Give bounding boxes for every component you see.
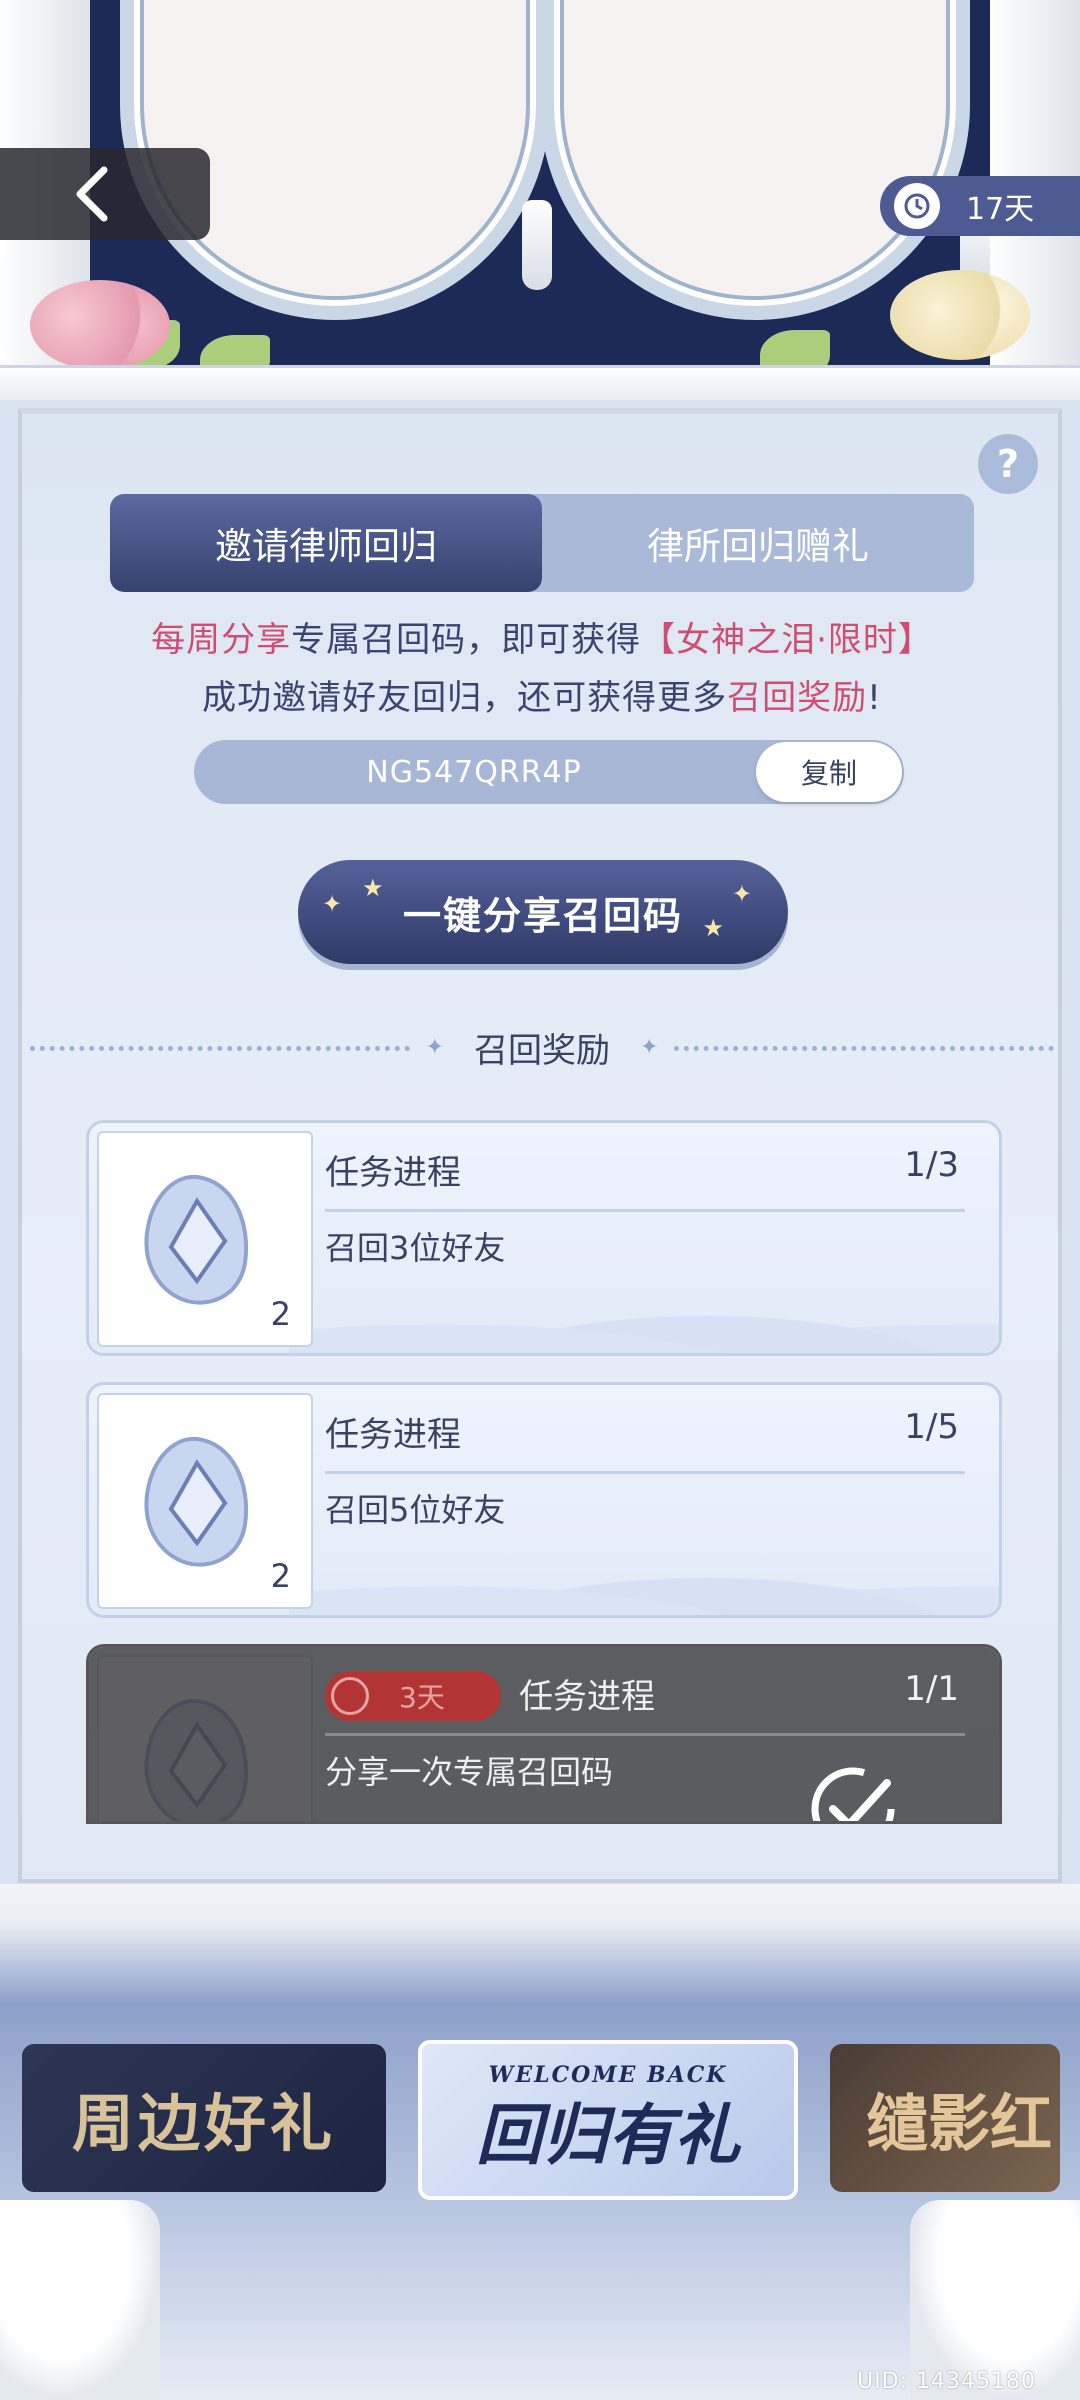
task-progress: 1/3 <box>904 1145 959 1185</box>
checkmark-icon <box>811 1767 895 1821</box>
star-icon: ✦ <box>425 1034 444 1060</box>
user-id: UID: 14345180 <box>857 2369 1036 2394</box>
task-label: 任务进程 <box>519 1677 655 1717</box>
banner-merch-gifts[interactable]: 周边好礼 <box>22 2044 386 2192</box>
reward-item[interactable]: 2 <box>97 1393 313 1609</box>
promo-text: ! <box>867 678 882 718</box>
task-card-completed: 1 3天 任务进程 1/1 分享一次专属召回码 <box>86 1644 1002 1824</box>
task-progress: 1/1 <box>904 1669 959 1709</box>
promo-text: 专属召回码，即可获得 <box>291 620 642 660</box>
tab-firm-return-gift[interactable]: 律所回归赠礼 <box>542 494 974 592</box>
tab-invite-lawyer[interactable]: 邀请律师回归 <box>110 494 542 592</box>
item-count: 2 <box>270 1295 291 1333</box>
share-button-label: 一键分享召回码 <box>402 893 683 938</box>
promo-highlight: 【女神之泪·限时】 <box>641 620 933 660</box>
window-ledge <box>0 365 1080 400</box>
promo-highlight: 召回奖励 <box>727 678 868 718</box>
curtain-tassel <box>522 200 552 290</box>
back-button[interactable] <box>0 148 210 240</box>
pink-roses-decor <box>30 280 170 370</box>
task-progress: 1/5 <box>904 1407 959 1447</box>
promo-highlight: 每周分享 <box>151 620 292 660</box>
task-description: 分享一次专属召回码 <box>325 1753 614 1791</box>
gem-icon <box>144 1174 248 1305</box>
recall-code-bar: NG547QRR4P 复制 <box>194 740 904 804</box>
task-card: 2 任务进程 1/3 召回3位好友 <box>86 1120 1002 1356</box>
event-timer: 17天 <box>880 176 1080 236</box>
promo-line-2: 成功邀请好友回归，还可获得更多召回奖励! <box>22 670 1062 719</box>
banner-label: 周边好礼 <box>71 2087 336 2160</box>
cloud-decor <box>289 1273 999 1353</box>
share-code-button[interactable]: ✦ ★ 一键分享召回码 ✦ ★ <box>298 860 788 964</box>
promo-text: 成功邀请好友回归，还可获得更多 <box>202 678 728 718</box>
reward-item[interactable]: 2 <box>97 1131 313 1347</box>
star-icon: ★ <box>702 914 726 942</box>
chevron-left-icon <box>76 166 108 222</box>
question-icon: ? <box>996 442 1020 486</box>
promo-line-1: 每周分享专属召回码，即可获得【女神之泪·限时】 <box>22 612 1062 661</box>
banner-welcome-back[interactable]: WELCOME BACK 回归有礼 <box>418 2040 798 2200</box>
task-description: 召回3位好友 <box>325 1229 506 1267</box>
flower-pot-decor <box>0 2200 160 2400</box>
clock-icon <box>894 183 940 229</box>
banner-label: 回归有礼 <box>476 2096 740 2174</box>
task-label: 任务进程 <box>325 1153 461 1193</box>
help-button[interactable]: ? <box>978 434 1038 494</box>
divider <box>325 1209 965 1212</box>
star-icon: ★ <box>362 874 386 902</box>
recall-code: NG547QRR4P <box>366 754 582 790</box>
tab-label: 邀请律师回归 <box>215 525 437 568</box>
task-countdown: 3天 <box>325 1671 501 1721</box>
recall-panel: ? 邀请律师回归 律所回归赠礼 每周分享专属召回码，即可获得【女神之泪·限时】 … <box>18 408 1062 1883</box>
task-description: 召回5位好友 <box>325 1491 506 1529</box>
banner-third[interactable]: 缱影红 <box>830 2044 1060 2192</box>
copy-button[interactable]: 复制 <box>756 742 902 802</box>
section-header: ✦ 召回奖励 ✦ <box>22 1022 1062 1072</box>
task-card: 2 任务进程 1/5 召回5位好友 <box>86 1382 1002 1618</box>
timer-text: 17天 <box>966 192 1035 227</box>
divider <box>325 1471 965 1474</box>
countdown-text: 3天 <box>399 1681 445 1714</box>
task-label: 任务进程 <box>325 1415 461 1455</box>
star-icon: ✦ <box>640 1034 659 1060</box>
star-icon: ✦ <box>322 890 345 918</box>
banner-label: 缱影红 <box>866 2087 1053 2160</box>
divider <box>325 1733 965 1736</box>
tab-bar: 邀请律师回归 律所回归赠礼 <box>110 494 974 592</box>
clock-icon <box>331 1677 369 1715</box>
cream-roses-decor <box>890 270 1030 360</box>
star-icon: ✦ <box>731 880 754 908</box>
tab-label: 律所回归赠礼 <box>647 525 869 568</box>
gem-icon <box>144 1436 248 1567</box>
divider <box>30 1046 410 1051</box>
cloud-decor <box>289 1535 999 1615</box>
divider <box>674 1046 1054 1051</box>
item-count: 2 <box>270 1557 291 1595</box>
section-title: 召回奖励 <box>474 1030 610 1071</box>
